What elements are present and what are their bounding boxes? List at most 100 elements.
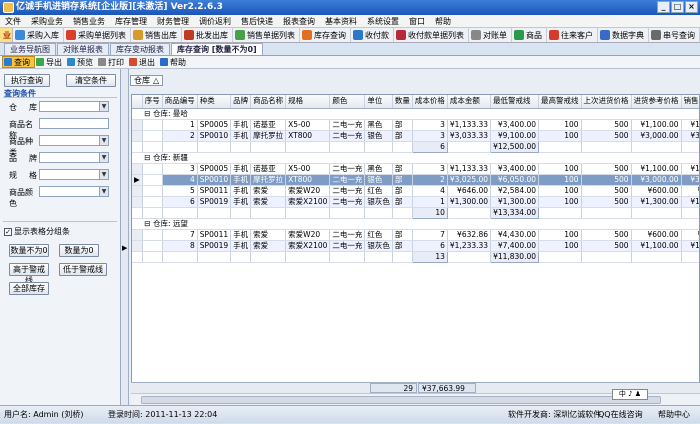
table-cell: 部 [392,174,413,186]
column-header[interactable]: 序号 [142,95,163,109]
toolbar-button[interactable]: 批发出库 [182,28,233,42]
table-row[interactable]: 6 SP0019 手机 索爱 索爱X2100 二电一充 银灰色部 1 ¥1,300.00 ¥1,3… [132,196,699,208]
field-input[interactable]: ▼ [39,135,109,146]
column-header[interactable]: 上次进货价格 [581,95,632,109]
toolbar-nav-header[interactable]: 业务导航图 [0,28,13,100]
menu-item[interactable]: 基本资料 [320,15,362,27]
menu-item[interactable]: 系统设置 [362,15,404,27]
table-row[interactable]: 2 SP0010 手机 摩托罗拉 XT800 二电一充 银色部 3 ¥3,033.33 ¥9,10… [132,130,699,142]
document-tab[interactable]: 业务导航图 [4,43,56,55]
chevron-down-icon[interactable]: ▼ [99,153,108,162]
exit-button[interactable]: 退出 [128,56,159,68]
export-button[interactable]: 导出 [35,56,66,68]
menu-item[interactable]: 库存管理 [110,15,152,27]
group-row[interactable]: ⊟ 仓库: 新疆 [132,152,699,164]
toolbar-button[interactable]: 对账单 [469,28,512,42]
filter-all-stock-button[interactable]: 全部库存 [9,282,49,295]
toolbar-button[interactable]: 往来客户 [547,28,598,42]
table-row[interactable]: 3 SP0005 手机 诺基亚 X5-00 二电一充 黑色部 3 ¥1,133.33 ¥3,400… [132,163,699,175]
filter-above-warning-button[interactable]: 高于警戒线 [9,263,49,285]
column-header[interactable]: 商品编号 [162,95,198,109]
chevron-down-icon[interactable]: ▼ [99,136,108,145]
toolbar-button[interactable]: 库存查询 [300,28,351,42]
document-tab[interactable]: 对账单报表 [57,43,109,55]
menu-item[interactable]: 售后快递 [236,15,278,27]
table-cell: 索爱W20 [285,229,331,241]
collapse-arrow-icon[interactable]: ▶ [122,244,127,252]
table-cell: 部 [392,130,413,142]
clear-conditions-button[interactable]: 清空条件 [66,74,116,87]
toolbar-button[interactable]: 数据字典 [598,28,649,42]
empty-cell [197,251,232,263]
field-input[interactable] [39,118,109,129]
table-row[interactable]: 8 SP0019 手机 索爱 索爱X2100 二电一充 银灰色部 6 ¥1,233.33 ¥7,4… [132,240,699,252]
table-cell: 4 [412,185,448,197]
query-button[interactable]: 查询 [2,56,35,68]
stock-grid[interactable]: 序号 商品编号 种类 品牌 商品名称 规格 颜色 单位 数量 成本价格 成本金额 最低警戒线 最高警戒线… [131,94,700,405]
preview-button[interactable]: 预览 [66,56,97,68]
table-cell: ¥3,033.33 [447,130,492,142]
table-row[interactable]: ▶ 4 SP0010 手机 摩托罗拉 XT800 二电一充 银色部 2 ¥3,025.00 ¥6,0… [132,174,699,186]
scrollbar-thumb[interactable] [141,396,661,404]
menu-item[interactable]: 销售业务 [68,15,110,27]
table-row[interactable]: 7 SP0011 手机 索爱 索爱W20 二电一充 红色部 7 ¥632.86 ¥4,430.00… [132,229,699,241]
table-row[interactable]: 1 SP0005 手机 诺基亚 X5-00 二电一充 黑色部 3 ¥1,133.33 ¥3,400… [132,119,699,131]
column-header[interactable]: 销售参考价格 [681,95,699,109]
menu-item[interactable]: 帮助 [430,15,456,27]
ime-indicator[interactable]: 中 ♪ ♟ [612,389,648,400]
qq-consult-link[interactable]: QQ在线咨询 [598,406,643,424]
menu-item[interactable]: 报表查询 [278,15,320,27]
column-header[interactable]: 数量 [392,95,413,109]
toolbar-button[interactable]: 串号查询 [649,28,700,42]
filter-below-warning-button[interactable]: 低于警戒线 [59,263,107,276]
column-header[interactable]: 种类 [197,95,232,109]
column-header[interactable]: 品牌 [230,95,252,109]
field-input[interactable]: ▼ [39,186,109,197]
field-input[interactable]: ▼ [39,152,109,163]
toolbar-button[interactable]: 收付款单据列表 [394,28,469,42]
menu-item[interactable]: 采购业务 [26,15,68,27]
menu-item[interactable]: 调价返利 [194,15,236,27]
column-header[interactable]: 最高警戒线 [538,95,582,109]
document-tab[interactable]: 库存查询 [数量不为0] [171,43,263,55]
group-row[interactable]: ⊟ 仓库: 曼哈 [132,108,699,120]
column-header[interactable]: 规格 [285,95,331,109]
toolbar-button[interactable]: 采购单据列表 [64,28,131,42]
column-header[interactable]: 商品名称 [250,95,287,109]
chevron-down-icon[interactable]: ▼ [99,187,108,196]
document-tab[interactable]: 库存变动报表 [110,43,170,55]
group-row[interactable]: ⊟ 仓库: 远望 [132,218,699,230]
filter-qty-nonzero-button[interactable]: 数量不为0 [9,244,49,257]
column-header[interactable]: 颜色 [329,95,366,109]
menu-item[interactable]: 窗口 [404,15,430,27]
execute-query-button[interactable]: 执行查询 [4,74,50,87]
toolbar-button[interactable]: 商品 [512,28,547,42]
column-header[interactable]: 最低警戒线 [490,95,540,109]
menu-item[interactable]: 财务管理 [152,15,194,27]
chevron-down-icon[interactable]: ▼ [99,102,108,111]
column-header[interactable]: 成本金额 [447,95,492,109]
chevron-down-icon[interactable]: ▼ [99,170,108,179]
help-button[interactable]: 帮助 [159,56,190,68]
minimize-button[interactable]: _ [657,1,670,13]
menu-item[interactable]: 文件 [0,15,26,27]
close-button[interactable]: × [685,1,698,13]
field-label-char: 品 [9,154,17,163]
filter-qty-zero-button[interactable]: 数量为0 [59,244,99,257]
column-header[interactable]: 进货参考价格 [631,95,682,109]
column-header[interactable]: 单位 [364,95,393,109]
table-row[interactable]: 5 SP0011 手机 索爱 索爱W20 二电一充 红色部 4 ¥646.00 ¥2,584.00… [132,185,699,197]
column-header[interactable]: 成本价格 [412,95,448,109]
help-center-link[interactable]: 帮助中心 [658,406,690,424]
toolbar-button[interactable]: 采购入库 [13,28,64,42]
maximize-button[interactable]: □ [671,1,684,13]
print-button[interactable]: 打印 [97,56,128,68]
show-grouping-checkbox[interactable]: ✓ 显示表格分组条 [4,226,70,237]
toolbar-button[interactable]: 收付款 [351,28,394,42]
field-input[interactable]: ▼ [39,101,109,112]
toolbar-button[interactable]: 销售出库 [131,28,182,42]
toolbar-button[interactable]: 销售单据列表 [233,28,300,42]
group-by-box[interactable]: 仓库 △ [130,75,164,86]
field-input[interactable]: ▼ [39,169,109,180]
panel-splitter[interactable]: ▶ [121,69,129,405]
